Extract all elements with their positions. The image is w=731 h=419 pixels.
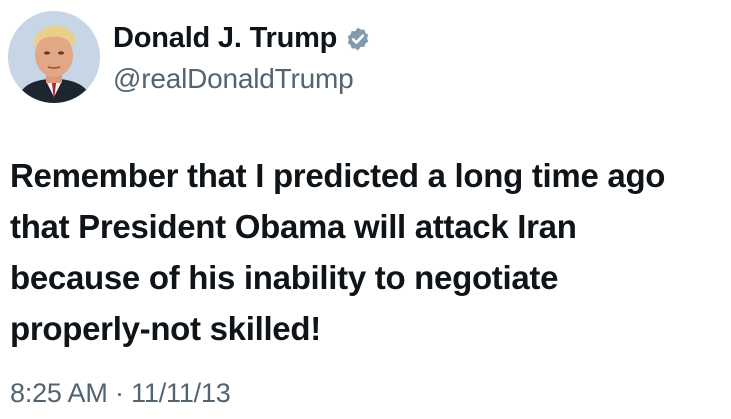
tweet-body: Remember that I predicted a long time ag… [10,150,722,354]
avatar[interactable] [8,11,100,103]
author-name-row: Donald J. Trump [113,22,371,55]
tweet-timestamp[interactable]: 8:25 AM · 11/11/13 [10,378,231,409]
profile-photo-icon [8,11,100,103]
tweet-text-line: that President Obama will attack Iran [10,208,577,245]
display-name[interactable]: Donald J. Trump [113,22,337,55]
tweet-date: 11/11/13 [131,378,231,408]
tweet-time: 8:25 AM [10,378,108,408]
verified-badge-icon [345,26,371,52]
tweet-text-line: Remember that I predicted a long time ag… [10,157,666,194]
tweet-text-line: because of his inability to negotiate [10,259,559,296]
user-handle[interactable]: @realDonaldTrump [113,63,354,95]
meta-separator: · [107,378,132,408]
tweet-card: Donald J. Trump @realDonaldTrump Remembe… [0,0,731,419]
tweet-text-line: properly-not skilled! [10,310,321,347]
